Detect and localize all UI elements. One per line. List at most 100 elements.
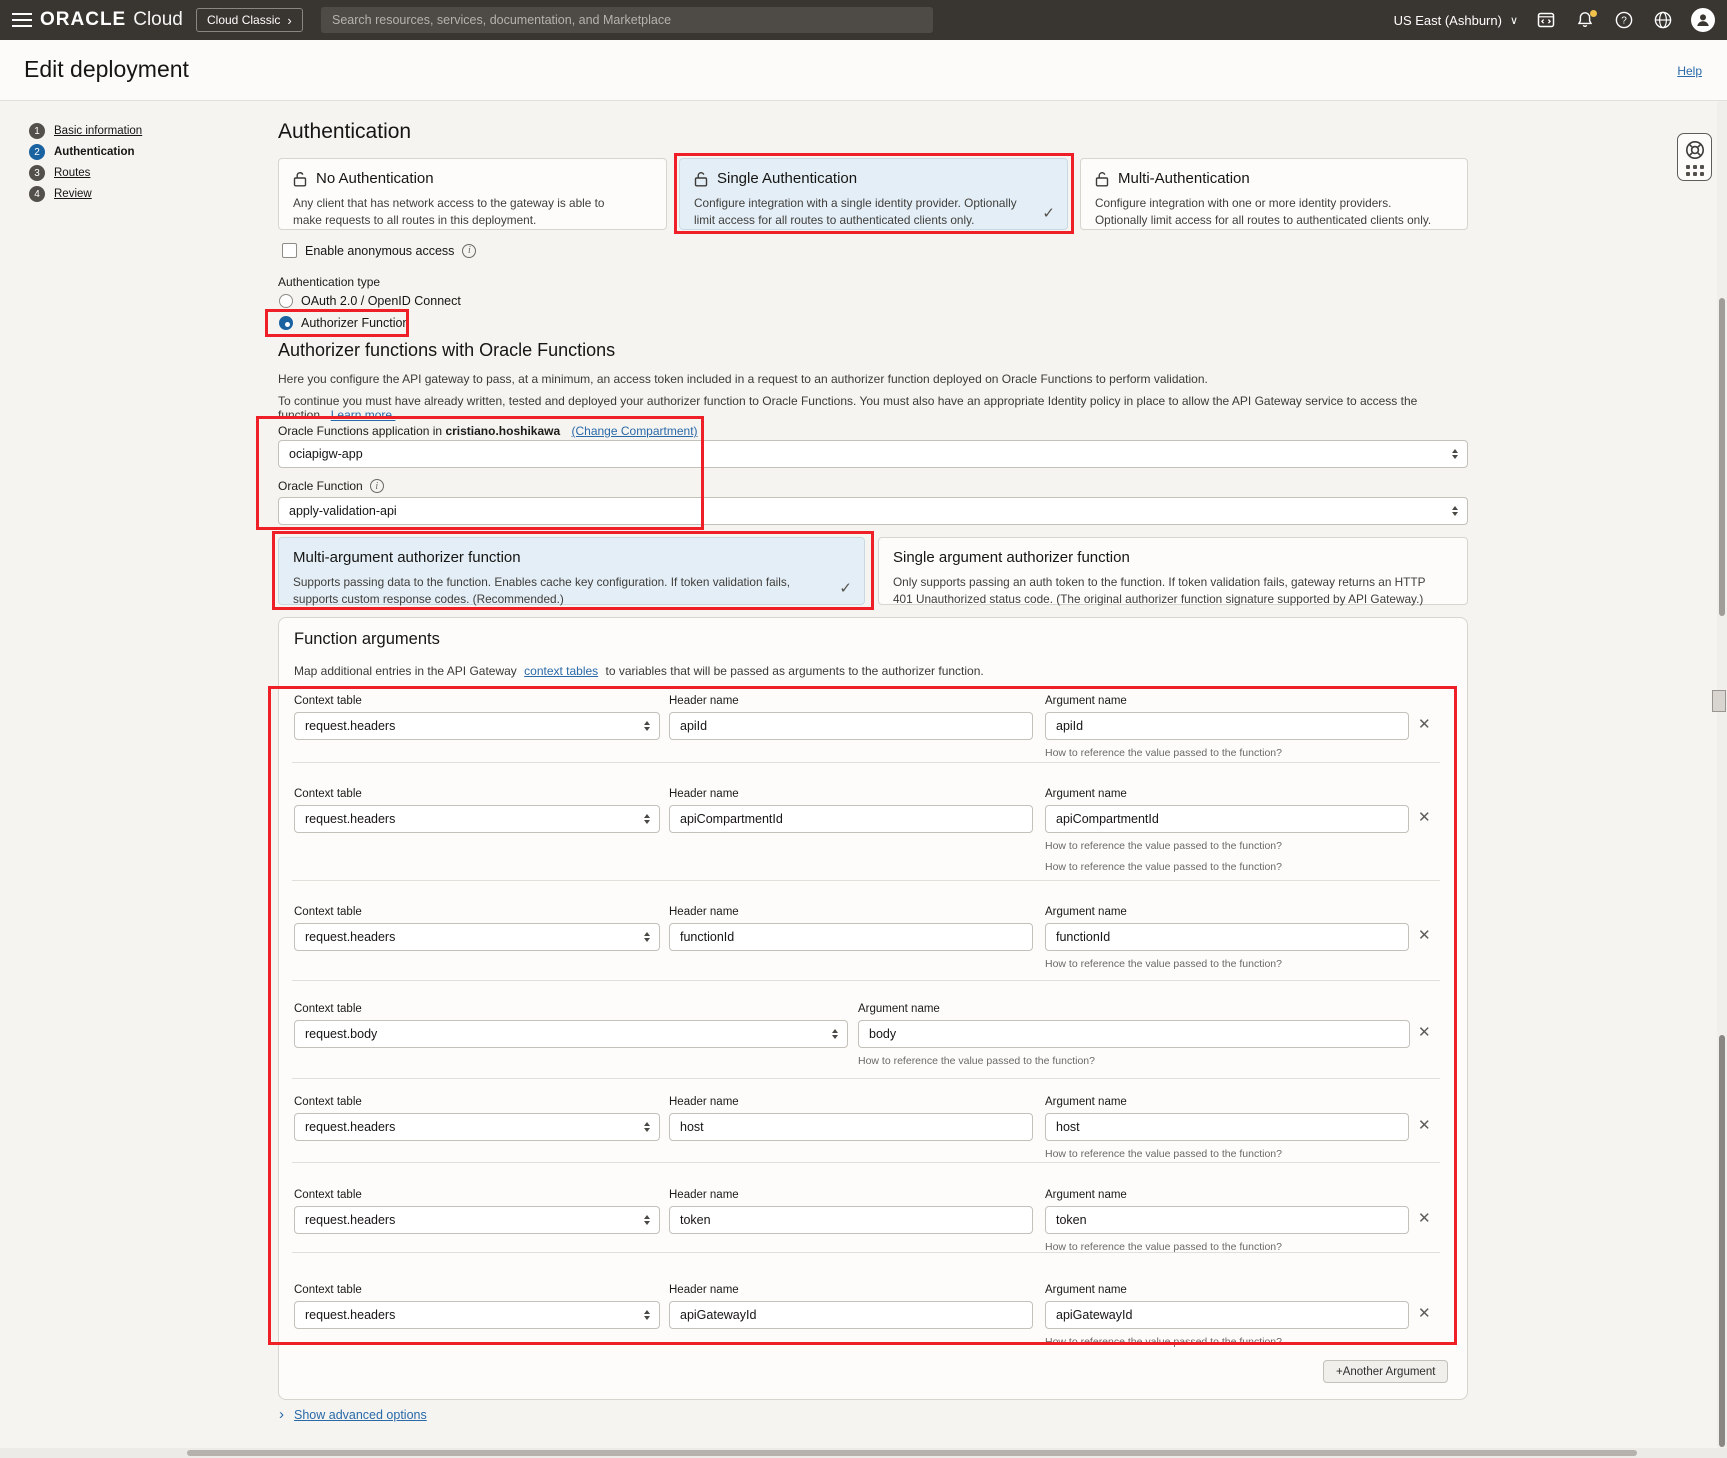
reference-helper-link[interactable]: How to reference the value passed to the…: [1045, 840, 1282, 852]
context-table-select[interactable]: request.headers: [294, 1301, 660, 1329]
function-arguments-title: Function arguments: [294, 630, 440, 649]
card-description: Any client that has network access to th…: [293, 195, 623, 229]
remove-row-icon[interactable]: ✕: [1418, 717, 1431, 732]
enable-anonymous-access-checkbox[interactable]: [282, 243, 297, 258]
info-icon[interactable]: i: [462, 244, 476, 258]
remove-row-icon[interactable]: ✕: [1418, 1118, 1431, 1133]
support-launcher-widget[interactable]: [1677, 133, 1712, 181]
stepper-item-basic-information[interactable]: 1 Basic information: [29, 123, 142, 139]
step-label[interactable]: Routes: [54, 167, 90, 179]
header-name-input[interactable]: [669, 1113, 1033, 1141]
card-title: Multi-argument authorizer function: [293, 549, 850, 566]
horizontal-scrollbar-thumb[interactable]: [187, 1450, 1637, 1456]
user-avatar[interactable]: [1691, 8, 1715, 32]
oci-console-screen: ORACLE Cloud Cloud Classic › US East (As…: [0, 0, 1727, 1458]
stepper-item-review[interactable]: 4 Review: [29, 186, 92, 202]
header-name-input[interactable]: [669, 712, 1033, 740]
change-compartment-link[interactable]: (Change Compartment): [571, 424, 697, 438]
page-title: Edit deployment: [24, 56, 189, 83]
context-tables-link[interactable]: context tables: [524, 664, 598, 678]
cloud-classic-button[interactable]: Cloud Classic ›: [196, 8, 303, 32]
horizontal-scrollbar-track[interactable]: [0, 1448, 1727, 1458]
vertical-scrollbar-thumb[interactable]: [1719, 1035, 1725, 1447]
argument-name-input[interactable]: [1045, 1113, 1409, 1141]
lock-icon: [1095, 171, 1109, 187]
stepper-item-authentication[interactable]: 2 Authentication: [29, 144, 135, 160]
card-description: Supports passing data to the function. E…: [293, 574, 813, 608]
argument-name-input[interactable]: [1045, 1301, 1409, 1329]
header-name-input[interactable]: [669, 1206, 1033, 1234]
remove-row-icon[interactable]: ✕: [1418, 1211, 1431, 1226]
vertical-scrollbar-thumb[interactable]: [1719, 298, 1725, 616]
context-table-select[interactable]: request.headers: [294, 712, 660, 740]
reference-helper-link[interactable]: How to reference the value passed to the…: [1045, 861, 1282, 873]
compartment-name: cristiano.hoshikawa: [445, 424, 560, 438]
radio-row-oauth[interactable]: OAuth 2.0 / OpenID Connect: [279, 294, 461, 308]
context-table-select[interactable]: request.headers: [294, 805, 660, 833]
auth-card-multi-authentication[interactable]: Multi-Authentication Configure integrati…: [1080, 158, 1468, 230]
header-name-label: Header name: [669, 695, 739, 707]
topbar-right-cluster: US East (Ashburn) ∨ ?: [1394, 0, 1715, 40]
reference-helper-link[interactable]: How to reference the value passed to the…: [1045, 1336, 1282, 1348]
header-name-input[interactable]: [669, 923, 1033, 951]
header-name-input[interactable]: [669, 1301, 1033, 1329]
argument-row: Context table request.headers Header nam…: [278, 1096, 1468, 1192]
argument-name-input[interactable]: [1045, 712, 1409, 740]
region-selector[interactable]: US East (Ashburn) ∨: [1394, 13, 1518, 28]
header-name-label: Header name: [669, 906, 739, 918]
step-number: 3: [29, 165, 45, 181]
reference-helper-link[interactable]: How to reference the value passed to the…: [1045, 958, 1282, 970]
language-globe-icon[interactable]: [1652, 9, 1674, 31]
learn-more-link[interactable]: Learn more.: [331, 408, 396, 422]
reference-helper-link[interactable]: How to reference the value passed to the…: [858, 1055, 1095, 1067]
show-advanced-options-link[interactable]: Show advanced options: [294, 1408, 427, 1422]
step-label[interactable]: Basic information: [54, 125, 142, 137]
cloud-shell-icon[interactable]: [1535, 9, 1557, 31]
select-stepper-icon: [644, 814, 650, 824]
reference-helper-link[interactable]: How to reference the value passed to the…: [1045, 747, 1282, 759]
oracle-function-select[interactable]: apply-validation-api: [278, 497, 1468, 525]
remove-row-icon[interactable]: ✕: [1418, 1025, 1431, 1040]
remove-row-icon[interactable]: ✕: [1418, 928, 1431, 943]
authorizer-function-radio[interactable]: [279, 316, 293, 330]
help-link[interactable]: Help: [1677, 64, 1702, 78]
step-label: Authentication: [54, 146, 135, 158]
argument-name-input[interactable]: [1045, 805, 1409, 833]
oauth-radio[interactable]: [279, 294, 293, 308]
notifications-bell-icon[interactable]: [1574, 9, 1596, 31]
context-table-select[interactable]: request.headers: [294, 1206, 660, 1234]
reference-helper-link[interactable]: How to reference the value passed to the…: [1045, 1148, 1282, 1160]
argument-name-input[interactable]: [1045, 923, 1409, 951]
stepper-item-routes[interactable]: 3 Routes: [29, 165, 90, 181]
auth-card-single-authentication[interactable]: Single Authentication Configure integrat…: [679, 158, 1068, 230]
context-table-select[interactable]: request.body: [294, 1020, 848, 1048]
show-advanced-options[interactable]: › Show advanced options: [279, 1407, 427, 1422]
mode-card-multi-argument[interactable]: Multi-argument authorizer function Suppo…: [278, 537, 865, 605]
context-table-select[interactable]: request.headers: [294, 923, 660, 951]
header-name-input[interactable]: [669, 805, 1033, 833]
argument-name-input[interactable]: [858, 1020, 1410, 1048]
step-label[interactable]: Review: [54, 188, 92, 200]
search-input[interactable]: [321, 7, 933, 33]
lock-icon: [694, 171, 708, 187]
functions-application-select[interactable]: ociapigw-app: [278, 440, 1468, 468]
context-table-select[interactable]: request.headers: [294, 1113, 660, 1141]
context-table-label: Context table: [294, 906, 362, 918]
radio-row-authorizer-function[interactable]: Authorizer Function: [279, 316, 409, 330]
argument-name-input[interactable]: [1045, 1206, 1409, 1234]
caret-down-icon: ∨: [1510, 14, 1518, 27]
card-title: Single argument authorizer function: [893, 549, 1453, 566]
hamburger-menu-icon[interactable]: [12, 13, 32, 27]
card-description: Only supports passing an auth token to t…: [893, 574, 1438, 608]
auth-card-no-authentication[interactable]: No Authentication Any client that has ne…: [278, 158, 667, 230]
info-icon[interactable]: i: [370, 479, 384, 493]
mode-card-single-argument[interactable]: Single argument authorizer function Only…: [878, 537, 1468, 605]
remove-row-icon[interactable]: ✕: [1418, 1306, 1431, 1321]
inner-scrollbar-thumb[interactable]: [1712, 690, 1726, 712]
another-argument-button[interactable]: +Another Argument: [1323, 1360, 1448, 1383]
card-description: Configure integration with one or more i…: [1095, 195, 1435, 229]
help-question-icon[interactable]: ?: [1613, 9, 1635, 31]
select-stepper-icon: [1452, 449, 1458, 459]
remove-row-icon[interactable]: ✕: [1418, 810, 1431, 825]
oracle-cloud-logo[interactable]: ORACLE Cloud: [40, 0, 183, 40]
